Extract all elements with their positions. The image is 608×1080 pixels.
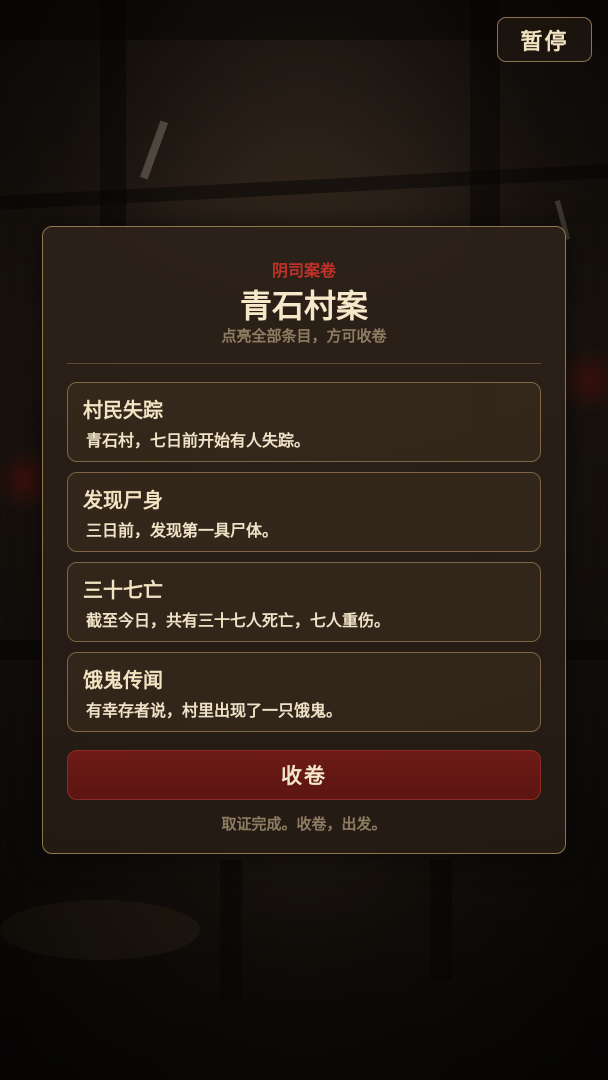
case-title: 青石村案 (239, 287, 368, 325)
entry-title: 发现尸身 (83, 488, 163, 512)
case-category: 阴司案卷 (271, 261, 336, 280)
entry-title: 三十七亡 (83, 578, 163, 602)
entry-description: 三日前，发现第一具尸体。 (86, 521, 279, 540)
entry-description: 截至今日，共有三十七人死亡，七人重伤。 (86, 611, 391, 630)
case-entry-2[interactable]: 发现尸身 三日前，发现第一具尸体。 (67, 472, 541, 552)
close-case-button[interactable]: 收卷 (67, 750, 541, 800)
entry-title: 村民失踪 (83, 398, 163, 422)
entry-description: 青石村，七日前开始有人失踪。 (86, 431, 311, 450)
divider (67, 363, 541, 364)
pause-button[interactable]: 暂停 (497, 17, 592, 62)
case-entry-3[interactable]: 三十七亡 截至今日，共有三十七人死亡，七人重伤。 (67, 562, 541, 642)
footer-note: 取证完成。收卷，出发。 (221, 815, 387, 833)
case-hint: 点亮全部条目，方可收卷 (221, 327, 387, 345)
entry-description: 有幸存者说，村里出现了一只饿鬼。 (86, 701, 343, 720)
case-entry-1[interactable]: 村民失踪 青石村，七日前开始有人失踪。 (67, 382, 541, 462)
entry-title: 饿鬼传闻 (83, 668, 163, 692)
case-entry-4[interactable]: 饿鬼传闻 有幸存者说，村里出现了一只饿鬼。 (67, 652, 541, 732)
case-file-panel: 阴司案卷 青石村案 点亮全部条目，方可收卷 村民失踪 青石村，七日前开始有人失踪… (42, 226, 566, 854)
